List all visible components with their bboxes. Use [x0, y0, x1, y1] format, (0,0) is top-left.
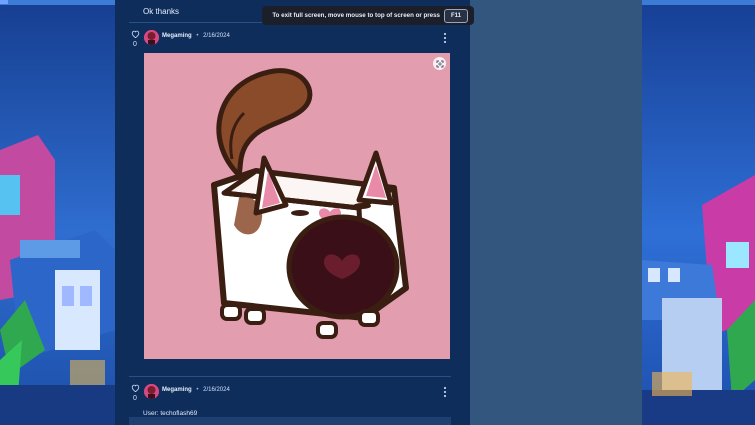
post-image[interactable]: [144, 53, 450, 359]
right-side-panel: [470, 0, 642, 425]
background-scene-left: [0, 0, 115, 425]
author-avatar[interactable]: [144, 384, 159, 399]
like-button[interactable]: 0: [129, 384, 141, 403]
more-options-icon[interactable]: [442, 33, 448, 43]
fullscreen-exit-message: To exit full screen, move mouse to top o…: [272, 12, 440, 19]
heart-outline-icon: [129, 30, 141, 40]
f11-key-badge: F11: [444, 8, 468, 23]
message-feed[interactable]: Ok thanks 0 Megaming • 2/16/2024 0 Megam…: [115, 0, 470, 425]
expand-icon: [436, 60, 443, 67]
author-name[interactable]: Megaming: [162, 387, 192, 393]
more-options-icon[interactable]: [442, 387, 448, 397]
meta-separator: •: [196, 33, 199, 39]
like-button[interactable]: 0: [129, 30, 141, 49]
fullscreen-exit-tooltip: To exit full screen, move mouse to top o…: [262, 6, 474, 25]
window-corner-indicator: [0, 0, 8, 4]
like-count: 0: [133, 41, 137, 48]
expand-image-button[interactable]: [433, 57, 446, 70]
like-count: 0: [133, 395, 137, 402]
author-name[interactable]: Megaming: [162, 33, 192, 39]
post-meta: Megaming • 2/16/2024: [162, 33, 230, 39]
background-scene-right: [642, 0, 755, 425]
heart-outline-icon: [129, 384, 141, 394]
post-text: User: techoflash69: [143, 410, 198, 417]
post-divider: [129, 376, 451, 377]
cube-cat-illustration: [144, 53, 450, 359]
post-date: 2/16/2024: [203, 387, 230, 393]
post-meta: Megaming • 2/16/2024: [162, 387, 230, 393]
embedded-card[interactable]: [129, 417, 451, 425]
meta-separator: •: [196, 387, 199, 393]
previous-message-text: Ok thanks: [143, 7, 180, 16]
post-date: 2/16/2024: [203, 33, 230, 39]
author-avatar[interactable]: [144, 30, 159, 45]
